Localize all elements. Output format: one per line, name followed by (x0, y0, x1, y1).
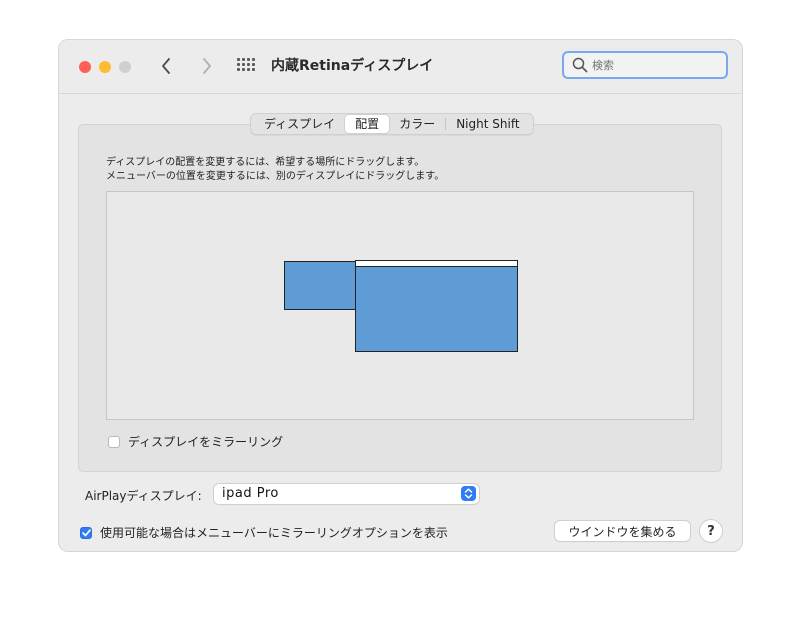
airplay-display-label: AirPlayディスプレイ: (85, 489, 202, 503)
arrangement-instructions: ディスプレイの配置を変更するには、希望する場所にドラッグします。 メニューバーの… (106, 156, 444, 184)
help-button[interactable]: ? (700, 520, 722, 542)
tab-color[interactable]: カラー (389, 115, 445, 133)
instruction-line-2: メニューバーの位置を変更するには、別のディスプレイにドラッグします。 (106, 171, 445, 182)
window-title: 内蔵Retinaディスプレイ (271, 58, 434, 74)
menu-bar-handle[interactable] (356, 261, 517, 267)
show-mirroring-options-checkbox[interactable] (80, 526, 92, 540)
tab-arrangement[interactable]: 配置 (345, 115, 390, 133)
airplay-selected-value: ipad Pro (222, 486, 279, 501)
tab-bar: ディスプレイ 配置 カラー Night Shift (250, 113, 534, 135)
chevron-right-icon (197, 55, 217, 77)
minimize-button[interactable] (99, 61, 111, 73)
chevron-left-icon (157, 55, 177, 77)
magnifier-icon (572, 57, 588, 77)
title-bar: 内蔵Retinaディスプレイ (59, 40, 742, 94)
tab-display[interactable]: ディスプレイ (254, 115, 345, 133)
display-arrangement-area (106, 191, 694, 420)
search-input[interactable] (592, 56, 720, 74)
search-field[interactable] (562, 51, 728, 79)
show-mirroring-options-row[interactable]: 使用可能な場合はメニューバーにミラーリングオプションを表示 (80, 524, 448, 541)
mirror-displays-checkbox[interactable] (108, 435, 120, 448)
grid-icon[interactable] (237, 58, 255, 76)
mirror-displays-label: ディスプレイをミラーリング (128, 435, 284, 449)
ipad-display-thumbnail[interactable] (284, 261, 356, 310)
instruction-line-1: ディスプレイの配置を変更するには、希望する場所にドラッグします。 (106, 157, 425, 168)
checkmark-icon (81, 526, 91, 540)
display-preferences-window: 内蔵Retinaディスプレイ ディスプレイ 配置 カラー Night Shift… (59, 40, 742, 551)
mirror-displays-row[interactable]: ディスプレイをミラーリング (108, 433, 283, 450)
tab-night-shift[interactable]: Night Shift (446, 115, 529, 133)
zoom-button[interactable] (119, 61, 131, 73)
close-button[interactable] (79, 61, 91, 73)
gather-windows-button[interactable]: ウインドウを集める (555, 521, 690, 541)
built-in-display-thumbnail[interactable] (355, 260, 518, 352)
forward-button[interactable] (197, 55, 217, 77)
show-mirroring-options-label: 使用可能な場合はメニューバーにミラーリングオプションを表示 (100, 526, 448, 540)
up-down-chevron-icon (461, 486, 476, 501)
airplay-display-select[interactable]: ipad Pro (214, 484, 479, 504)
back-button[interactable] (157, 55, 177, 77)
